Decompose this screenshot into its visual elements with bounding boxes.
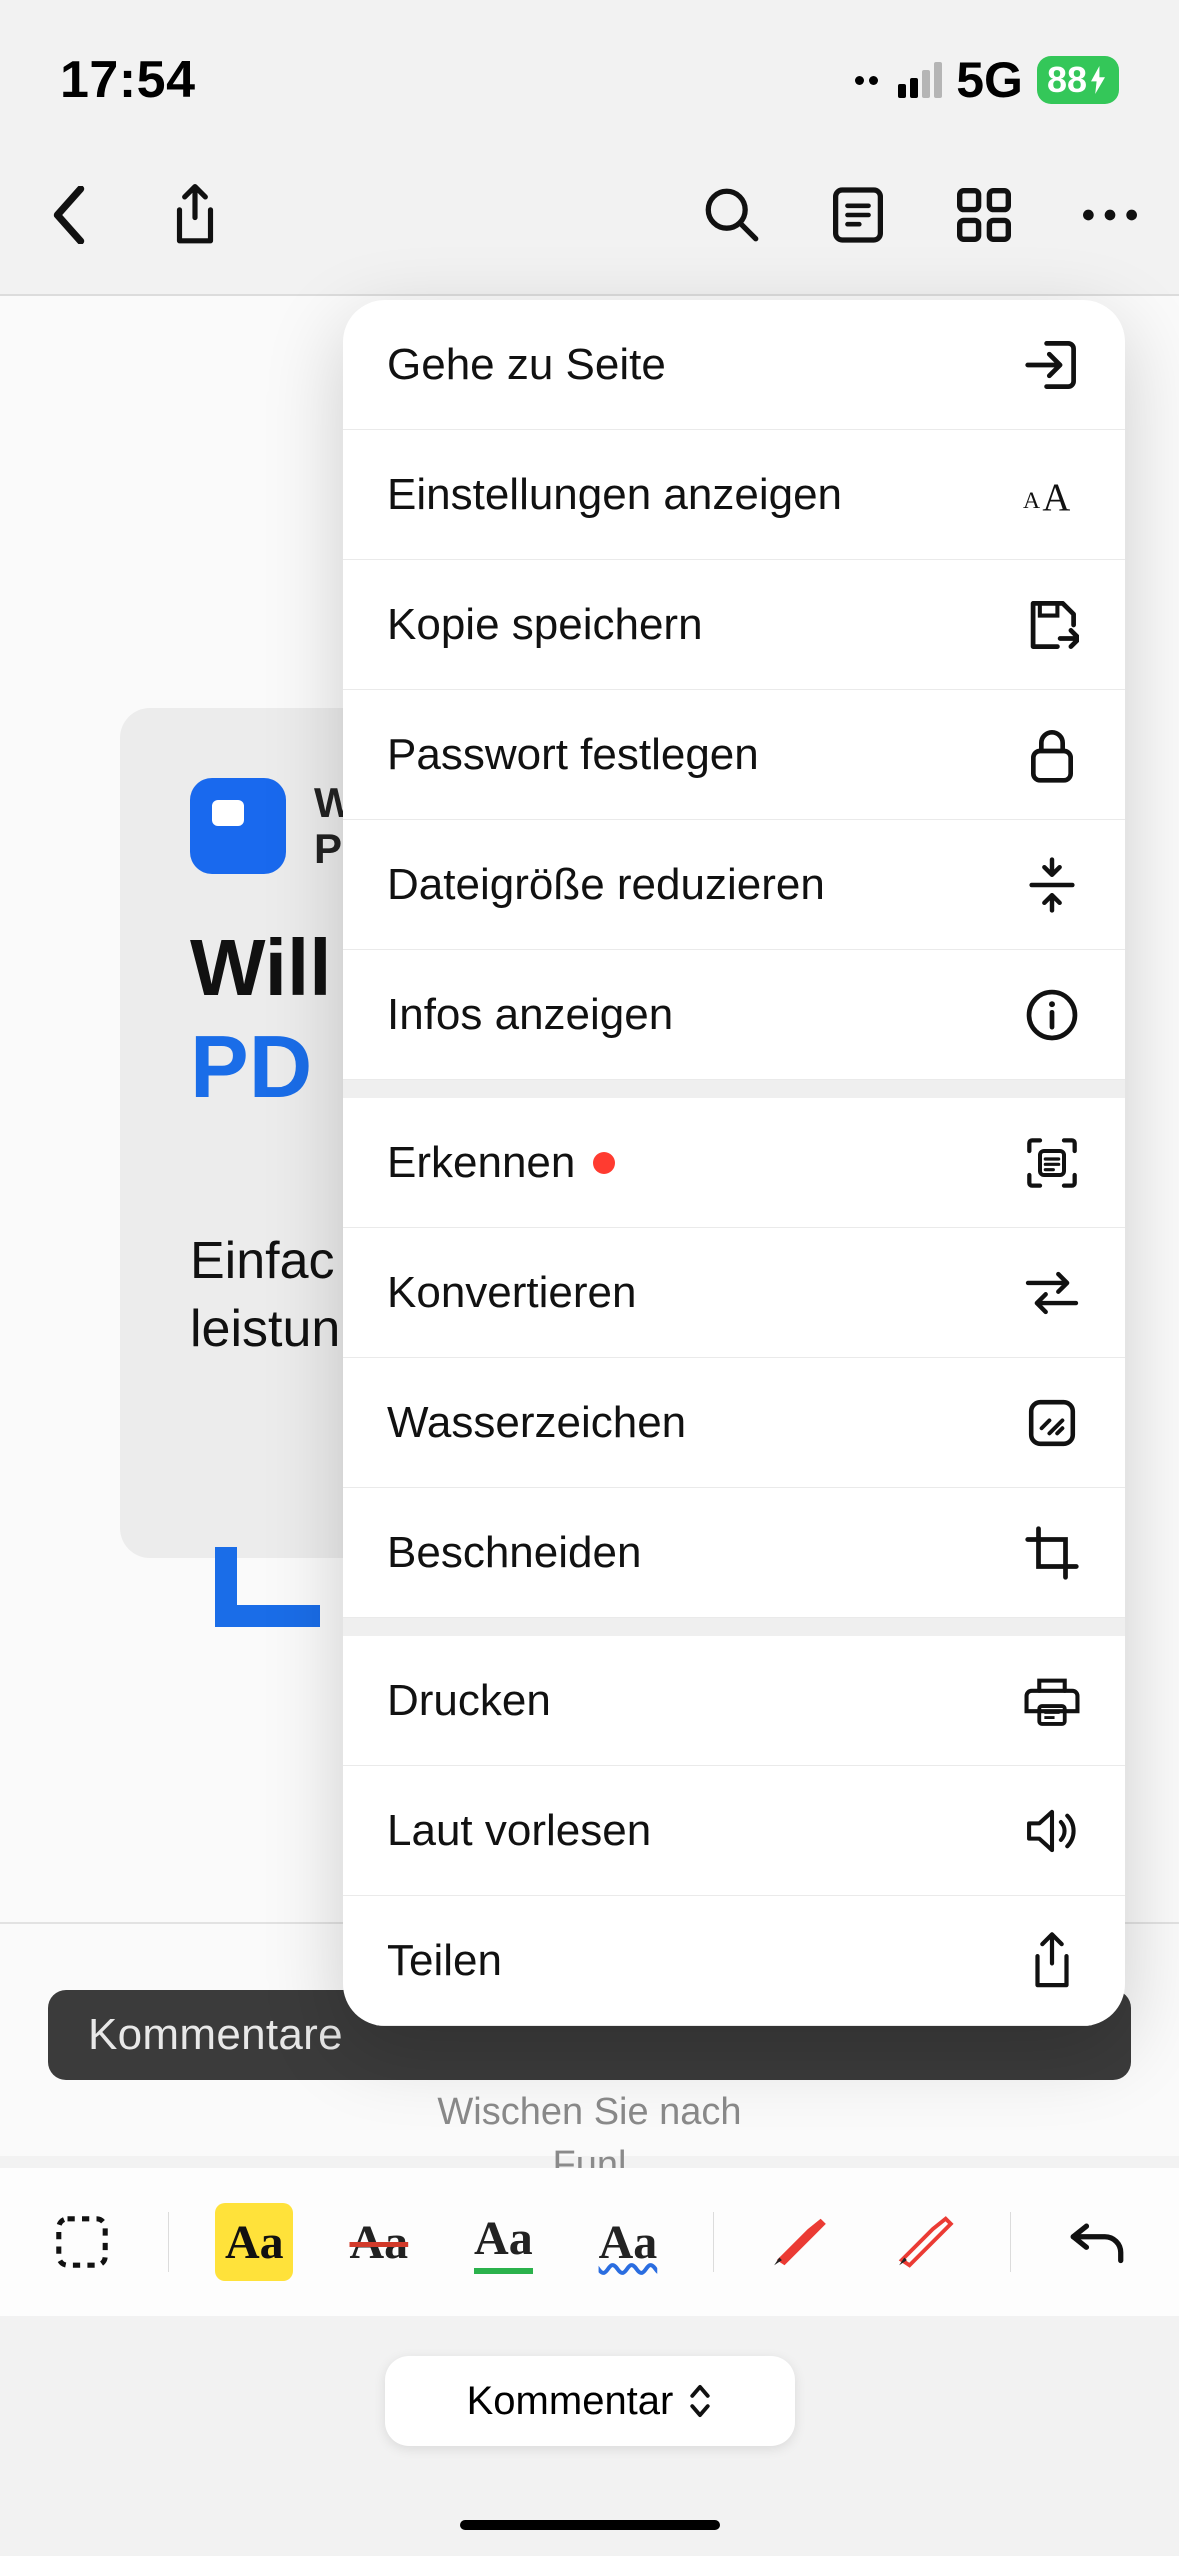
menu-convert[interactable]: Konvertieren	[343, 1228, 1125, 1358]
comment-banner-text: Kommentare	[88, 2010, 343, 2060]
toolbar-separator	[713, 2212, 714, 2272]
menu-watermark[interactable]: Wasserzeichen	[343, 1358, 1125, 1488]
select-area-tool[interactable]	[43, 2203, 121, 2281]
underline-tool[interactable]: Aa	[464, 2203, 542, 2281]
menu-label: Passwort festlegen	[387, 730, 759, 780]
save-icon	[1023, 596, 1081, 654]
menu-label: Konvertieren	[387, 1268, 636, 1318]
menu-goto-page[interactable]: Gehe zu Seite	[343, 300, 1125, 430]
menu-label: Gehe zu Seite	[387, 340, 666, 390]
status-time: 17:54	[60, 50, 196, 110]
undo-button[interactable]	[1058, 2203, 1136, 2281]
status-right: 5G 88	[855, 51, 1119, 109]
menu-view-settings[interactable]: Einstellungen anzeigen AA	[343, 430, 1125, 560]
thumbnails-button[interactable]	[955, 186, 1013, 244]
menu-label: Einstellungen anzeigen	[387, 470, 842, 520]
info-icon	[1023, 986, 1081, 1044]
status-bar: 17:54 5G 88	[0, 0, 1179, 130]
menu-print[interactable]: Drucken	[343, 1636, 1125, 1766]
menu-reduce-size[interactable]: Dateigröße reduzieren	[343, 820, 1125, 950]
menu-recognize[interactable]: Erkennen	[343, 1098, 1125, 1228]
app-logo-icon	[190, 778, 286, 874]
ocr-icon	[1023, 1134, 1081, 1192]
menu-separator	[343, 1618, 1125, 1636]
menu-separator	[343, 1080, 1125, 1098]
crop-icon	[1023, 1524, 1081, 1582]
highlight-tool[interactable]: Aa	[215, 2203, 293, 2281]
share-icon	[1023, 1932, 1081, 1990]
menu-read-aloud[interactable]: Laut vorlesen	[343, 1766, 1125, 1896]
toolbar-separator	[168, 2212, 169, 2272]
compress-icon	[1023, 856, 1081, 914]
svg-text:A: A	[1023, 488, 1040, 514]
home-indicator	[460, 2520, 720, 2530]
search-button[interactable]	[703, 186, 761, 244]
corner-crop-mark-icon	[215, 1547, 320, 1627]
menu-label: Beschneiden	[387, 1528, 641, 1578]
svg-text:A: A	[1042, 477, 1070, 517]
outline-button[interactable]	[829, 186, 887, 244]
convert-icon	[1023, 1264, 1081, 1322]
menu-label: Drucken	[387, 1676, 551, 1726]
toolbar-separator	[1010, 2212, 1011, 2272]
menu-label: Wasserzeichen	[387, 1398, 686, 1448]
eraser-tool[interactable]	[886, 2203, 964, 2281]
menu-show-info[interactable]: Infos anzeigen	[343, 950, 1125, 1080]
menu-save-copy[interactable]: Kopie speichern	[343, 560, 1125, 690]
speaker-icon	[1023, 1802, 1081, 1860]
battery-badge: 88	[1037, 56, 1119, 104]
menu-label: Dateigröße reduzieren	[387, 860, 825, 910]
battery-percent: 88	[1047, 59, 1087, 101]
annotation-toolbar: Aa Aa Aa Aa	[0, 2168, 1179, 2316]
menu-label: Laut vorlesen	[387, 1806, 651, 1856]
back-button[interactable]	[40, 186, 98, 244]
more-button[interactable]	[1081, 186, 1139, 244]
chevron-updown-icon	[687, 2383, 713, 2419]
more-menu-popup: Gehe zu Seite Einstellungen anzeigen AA …	[343, 300, 1125, 2026]
squiggly-tool[interactable]: Aa	[589, 2203, 667, 2281]
new-badge-dot	[593, 1152, 615, 1174]
menu-set-password[interactable]: Passwort festlegen	[343, 690, 1125, 820]
network-label: 5G	[956, 51, 1023, 109]
mode-label: Kommentar	[467, 2379, 674, 2424]
mode-selector[interactable]: Kommentar	[385, 2356, 795, 2446]
menu-label: Infos anzeigen	[387, 990, 673, 1040]
watermark-icon	[1023, 1394, 1081, 1452]
signal-bars-icon	[898, 62, 942, 98]
menu-crop[interactable]: Beschneiden	[343, 1488, 1125, 1618]
share-button[interactable]	[166, 186, 224, 244]
goto-icon	[1023, 336, 1081, 394]
menu-label: Erkennen	[387, 1138, 575, 1188]
signal-dots-icon	[855, 76, 878, 85]
textsize-icon: AA	[1023, 466, 1081, 524]
strikethrough-tool[interactable]: Aa	[340, 2203, 418, 2281]
menu-label: Kopie speichern	[387, 600, 703, 650]
top-toolbar	[0, 150, 1179, 280]
highlighter-pen-tool[interactable]	[761, 2203, 839, 2281]
menu-label: Teilen	[387, 1936, 502, 1986]
print-icon	[1023, 1672, 1081, 1730]
menu-share[interactable]: Teilen	[343, 1896, 1125, 2026]
lock-icon	[1023, 726, 1081, 784]
